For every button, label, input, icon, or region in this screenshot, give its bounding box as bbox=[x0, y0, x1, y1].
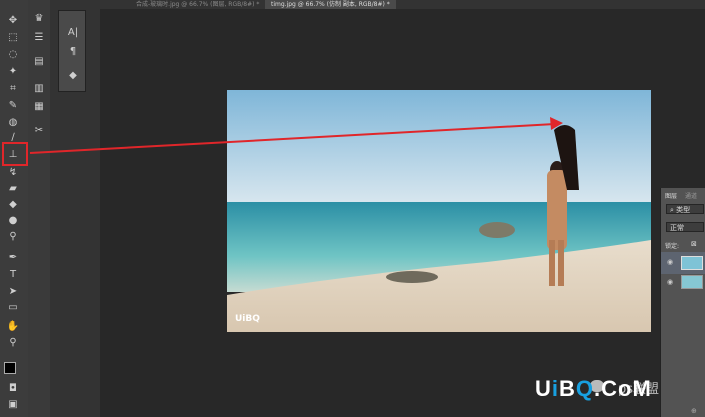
panel-icon-dock: ♛ ☰ ▤ ▥ ▦ ✂ bbox=[28, 0, 51, 417]
hand-tool-icon[interactable]: ✋ bbox=[5, 320, 21, 334]
search-icon: ⌕ bbox=[670, 206, 674, 214]
cube-icon[interactable]: ◆ bbox=[65, 69, 81, 83]
swatches-panel-icon[interactable]: ▦ bbox=[31, 100, 47, 114]
shape-tool-icon[interactable]: ▭ bbox=[5, 301, 21, 315]
uibq-i: i bbox=[551, 376, 560, 401]
blend-mode-select[interactable]: 正常 bbox=[666, 222, 704, 232]
pen-tool-icon[interactable]: ✒ bbox=[5, 251, 21, 265]
layer-filter-select[interactable]: ⌕ 类型 bbox=[666, 204, 704, 214]
history-brush-tool-icon[interactable]: ↯ bbox=[5, 166, 21, 180]
blur-tool-icon[interactable]: ● bbox=[5, 214, 21, 228]
tab-document-1[interactable]: 合成-玻璃时.jpg @ 66.7% (图层, RGB/8#) * bbox=[130, 0, 265, 9]
uibq-prefix: U bbox=[535, 376, 552, 401]
clone-stamp-highlight-box bbox=[2, 142, 28, 166]
foreground-color-swatch[interactable] bbox=[4, 362, 16, 374]
lock-pixels-icon[interactable]: ⊠ bbox=[691, 240, 697, 248]
beach-photo bbox=[227, 90, 651, 332]
actions-panel-icon[interactable]: ☰ bbox=[31, 31, 47, 45]
magic-wand-tool-icon[interactable]: ✦ bbox=[5, 65, 21, 79]
uibq-b: B bbox=[559, 376, 576, 401]
tab-document-2[interactable]: timg.jpg @ 66.7% (仿制 副本, RGB/8#) * bbox=[265, 0, 396, 9]
eraser-tool-icon[interactable]: ▰ bbox=[5, 182, 21, 196]
path-selection-tool-icon[interactable]: ➤ bbox=[5, 285, 21, 299]
link-layers-icon[interactable]: ⊕ bbox=[691, 407, 697, 415]
tab-layers[interactable]: 图层 bbox=[665, 191, 677, 200]
screen-mode-icon[interactable]: ▣ bbox=[5, 398, 21, 412]
uibq-q: Q bbox=[575, 376, 595, 401]
quick-mask-icon[interactable]: ◘ bbox=[5, 382, 21, 396]
lasso-tool-icon[interactable]: ◌ bbox=[5, 48, 21, 62]
lock-label: 锁定: bbox=[665, 243, 680, 250]
move-tool-icon[interactable]: ✥ bbox=[5, 14, 21, 28]
layers-panel: 图层 通道 ⌕ 类型 正常 锁定: ⊠ ◉ ◉ ⊕ bbox=[660, 188, 705, 417]
paint-bucket-tool-icon[interactable]: ◆ bbox=[5, 198, 21, 212]
eye-icon[interactable]: ◉ bbox=[667, 278, 673, 286]
uibq-watermark: UiBQ.CoM bbox=[535, 376, 652, 402]
photo-watermark: UiBQ bbox=[235, 314, 260, 324]
layer-thumbnail bbox=[681, 256, 703, 270]
layer-filter-label: 类型 bbox=[676, 206, 691, 214]
brush-presets-icon[interactable]: ▤ bbox=[31, 55, 47, 69]
history-panel-icon[interactable]: ♛ bbox=[31, 12, 47, 26]
eyedropper-tool-icon[interactable]: ✎ bbox=[5, 99, 21, 113]
character-mini-panel: A| ¶ ◆ bbox=[58, 10, 86, 92]
healing-brush-tool-icon[interactable]: ◍ bbox=[5, 116, 21, 130]
tools-panel: ✥ ⬚ ◌ ✦ ⌗ ✎ ◍ ∕ ⊥ ↯ ▰ ◆ ● ⚲ ✒ T ➤ ▭ ✋ ⚲ … bbox=[0, 0, 29, 417]
type-tool-icon[interactable]: T bbox=[5, 268, 21, 282]
pilcrow-icon[interactable]: ¶ bbox=[65, 45, 81, 59]
uibq-suffix: .CoM bbox=[594, 376, 652, 401]
eye-icon[interactable]: ◉ bbox=[667, 258, 673, 266]
clone-source-icon[interactable]: ▥ bbox=[31, 82, 47, 96]
tab-channels[interactable]: 通道 bbox=[685, 191, 697, 200]
dodge-tool-icon[interactable]: ⚲ bbox=[5, 230, 21, 244]
tools-panel-icon[interactable]: ✂ bbox=[31, 124, 47, 138]
marquee-tool-icon[interactable]: ⬚ bbox=[5, 31, 21, 45]
zoom-tool-icon[interactable]: ⚲ bbox=[5, 336, 21, 350]
text-icon[interactable]: A| bbox=[65, 26, 81, 40]
canvas-image[interactable]: UiBQ bbox=[227, 90, 651, 332]
layer-thumbnail bbox=[681, 275, 703, 289]
document-tabs: 合成-玻璃时.jpg @ 66.7% (图层, RGB/8#) * timg.j… bbox=[100, 0, 705, 9]
crop-tool-icon[interactable]: ⌗ bbox=[5, 82, 21, 96]
